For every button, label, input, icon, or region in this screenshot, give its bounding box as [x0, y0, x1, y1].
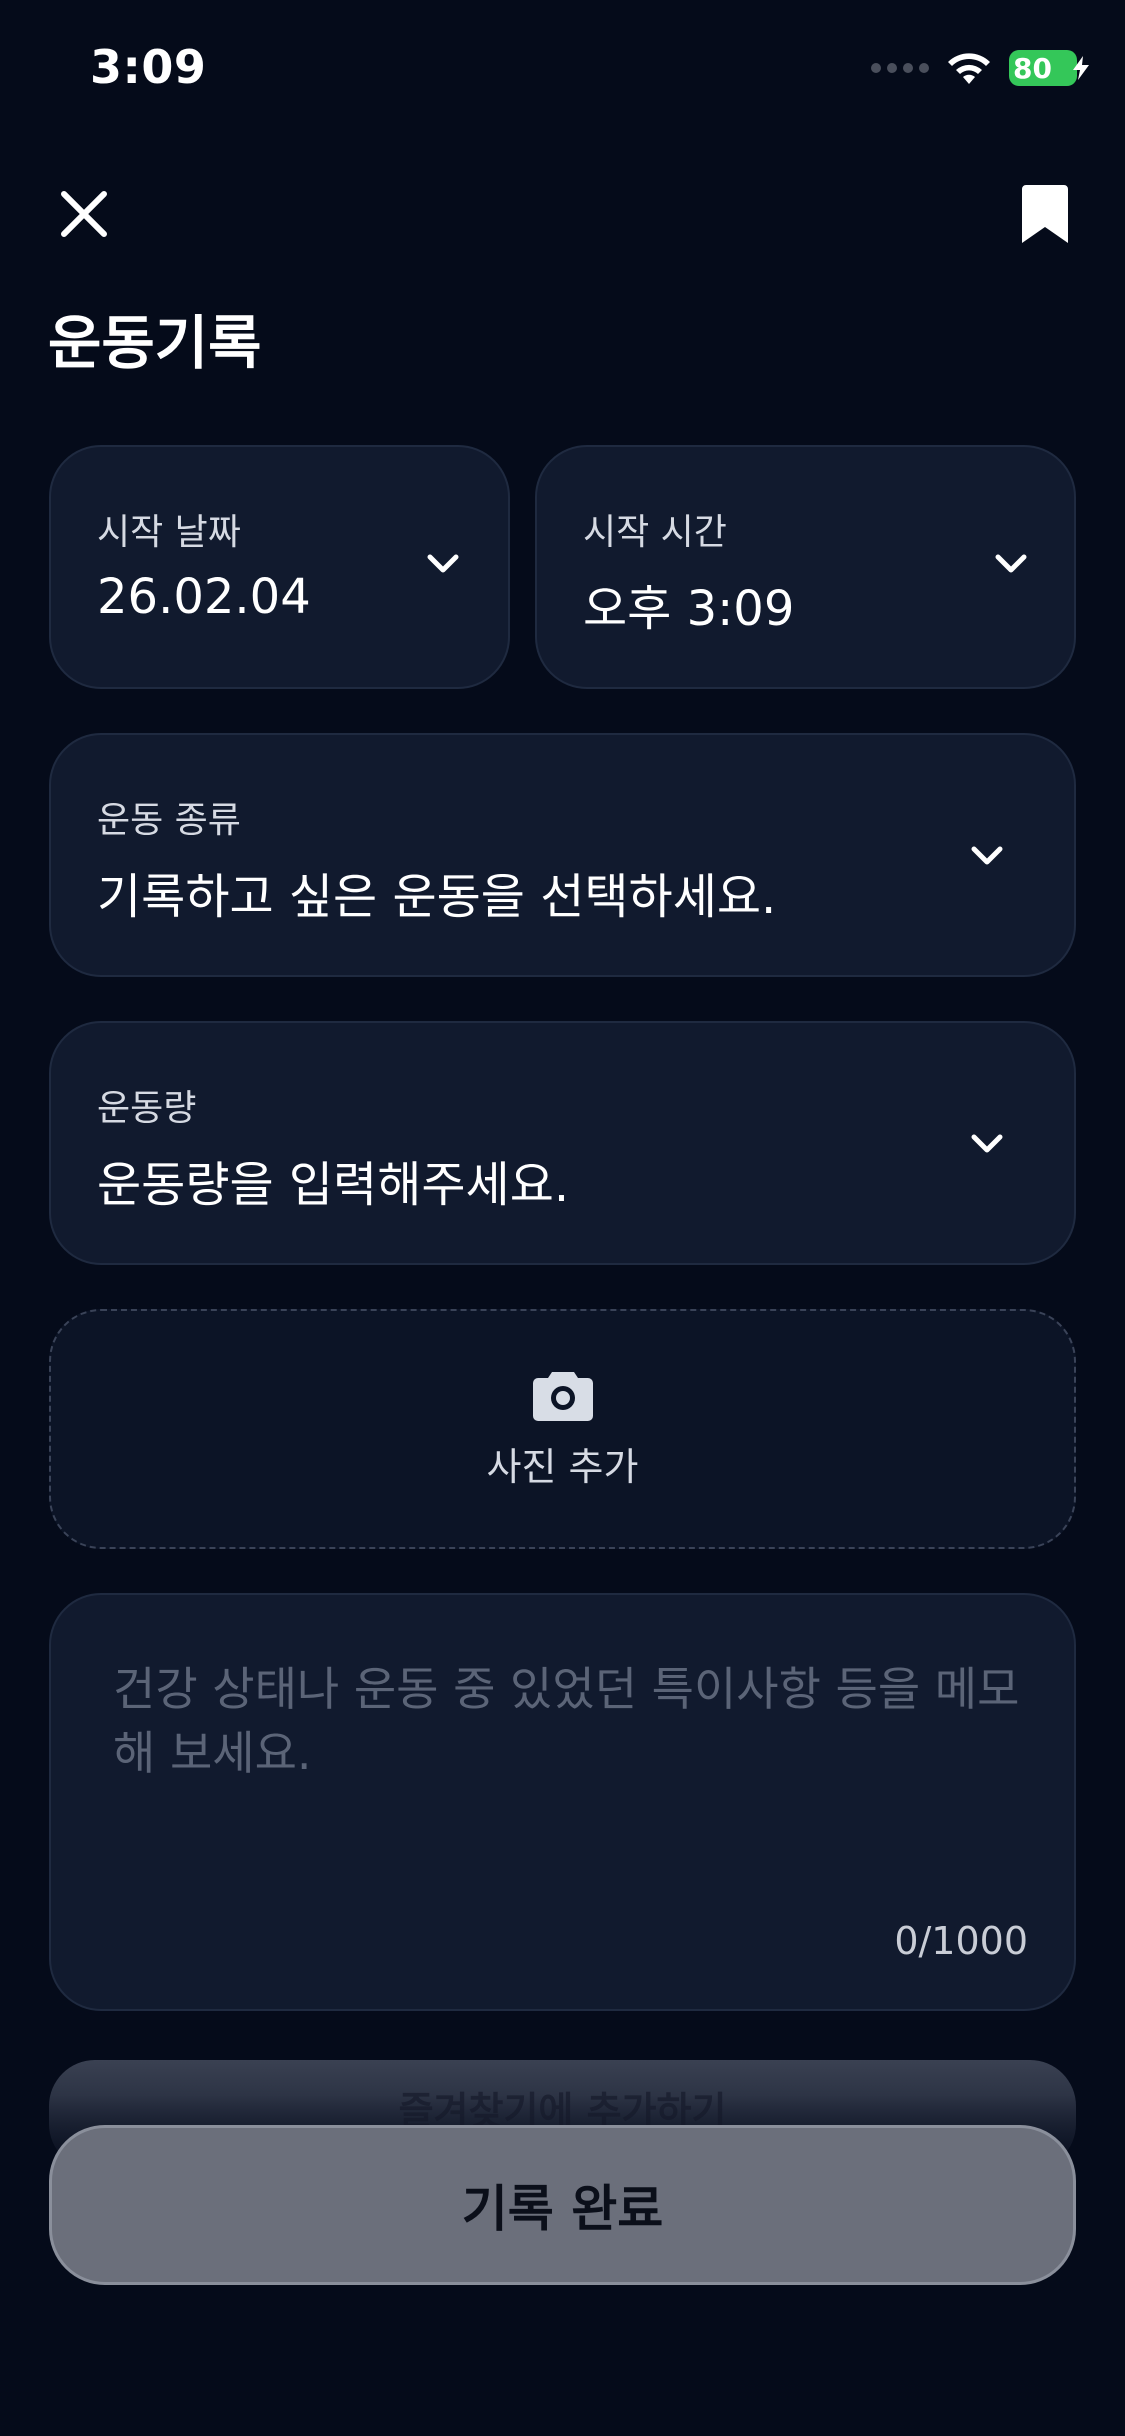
chevron-down-icon [971, 1134, 1003, 1153]
add-photo-label: 사진 추가 [486, 1444, 639, 1489]
start-time-selector[interactable]: 시작 시간 오후 3:09 [535, 445, 1076, 689]
exercise-type-label: 운동 종류 [97, 800, 241, 841]
exercise-amount-value: 운동량을 입력해주세요. [97, 1157, 570, 1213]
exercise-amount-label: 운동량 [97, 1088, 197, 1129]
chevron-down-icon [971, 846, 1003, 865]
chevron-down-icon [995, 554, 1027, 573]
exercise-amount-selector[interactable]: 운동량 운동량을 입력해주세요. [49, 1021, 1076, 1265]
wifi-icon [948, 53, 990, 84]
complete-record-label: 기록 완료 [461, 2180, 664, 2238]
start-time-label: 시작 시간 [583, 512, 727, 553]
chevron-down-icon [427, 554, 459, 573]
memo-input[interactable]: 건강 상태나 운동 중 있었던 특이사항 등을 메모해 보세요. [113, 1657, 1023, 1785]
start-date-value: 26.02.04 [97, 569, 311, 625]
page-title: 운동기록 [48, 309, 262, 377]
cellular-signal-icon [871, 63, 929, 73]
bookmark-icon [1022, 185, 1068, 243]
start-date-label: 시작 날짜 [97, 512, 241, 553]
status-time: 3:09 [90, 40, 207, 94]
exercise-record-screen: 3:09 80 운동기록 시작 날짜 26.02.04 시작 시간 오후 3:0… [0, 0, 1125, 2436]
battery-level: 80 [1013, 51, 1052, 85]
close-button[interactable] [48, 178, 120, 250]
close-icon [61, 191, 107, 237]
memo-char-counter: 0/1000 [894, 1919, 1028, 1963]
complete-record-button[interactable]: 기록 완료 [49, 2125, 1076, 2285]
exercise-type-selector[interactable]: 운동 종류 기록하고 싶은 운동을 선택하세요. [49, 733, 1076, 977]
start-date-selector[interactable]: 시작 날짜 26.02.04 [49, 445, 510, 689]
charging-bolt-icon [1073, 56, 1089, 80]
exercise-type-value: 기록하고 싶은 운동을 선택하세요. [97, 869, 777, 925]
start-time-value: 오후 3:09 [583, 581, 795, 637]
battery-icon: 80 [1009, 50, 1089, 86]
status-icons: 80 [871, 46, 1089, 90]
memo-box: 건강 상태나 운동 중 있었던 특이사항 등을 메모해 보세요. 0/1000 [49, 1593, 1076, 2011]
bookmark-button[interactable] [1009, 178, 1081, 250]
add-photo-button[interactable]: 사진 추가 [49, 1309, 1076, 1549]
camera-icon [532, 1371, 593, 1421]
